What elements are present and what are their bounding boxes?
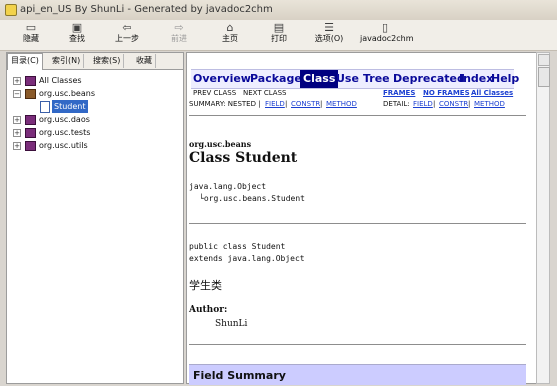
- divider: [189, 115, 526, 116]
- book-icon: [25, 76, 36, 86]
- class-declaration: public class Student: [189, 242, 286, 251]
- forward-button[interactable]: ⇨ 前进: [158, 22, 200, 48]
- expand-icon[interactable]: +: [13, 142, 21, 150]
- nav-package[interactable]: Package: [250, 70, 302, 88]
- nav-use[interactable]: Use: [336, 70, 359, 88]
- navigation-pane: 目录(C) 索引(N) 搜索(S) 收藏 + All Classes − org…: [6, 52, 184, 384]
- open-book-icon: [25, 89, 36, 99]
- no-frames-link[interactable]: NO FRAMES: [423, 89, 470, 98]
- forward-icon: ⇨: [174, 21, 184, 34]
- nav-overview[interactable]: Overview: [193, 70, 251, 88]
- divider: [189, 223, 526, 224]
- detail-method-link[interactable]: METHOD: [474, 100, 505, 109]
- window-title: api_en_US By ShunLi - Generated by javad…: [20, 4, 273, 15]
- book-icon: [25, 128, 36, 138]
- tree-item-org-usc-daos[interactable]: + org.usc.daos: [13, 113, 173, 126]
- nav-tabs: 目录(C) 索引(N) 搜索(S) 收藏: [7, 53, 183, 70]
- author-label: Author:: [189, 305, 228, 315]
- nav-class[interactable]: Class: [300, 70, 339, 88]
- tree-item-all-classes[interactable]: + All Classes: [13, 74, 173, 87]
- title-bar: api_en_US By ShunLi - Generated by javad…: [0, 0, 557, 21]
- scroll-up-arrow[interactable]: [538, 54, 550, 66]
- collapse-icon[interactable]: −: [13, 90, 21, 98]
- nav-help[interactable]: Help: [491, 70, 519, 88]
- nav-index[interactable]: Index: [459, 70, 493, 88]
- book-icon: [25, 115, 36, 125]
- expand-icon[interactable]: +: [13, 116, 21, 124]
- tree-item-org-usc-beans[interactable]: − org.usc.beans: [13, 87, 173, 100]
- detail-label: DETAIL:: [383, 100, 410, 108]
- tree-item-label: org.usc.tests: [39, 128, 91, 137]
- content-pane: Overview Package Class Use Tree Deprecat…: [186, 52, 537, 385]
- frames-link[interactable]: FRAMES: [383, 89, 415, 98]
- expand-icon[interactable]: +: [13, 129, 21, 137]
- locate-button[interactable]: ▣ 查找: [56, 22, 98, 48]
- print-icon: ▤: [273, 21, 285, 34]
- separator: |: [433, 100, 436, 108]
- tab-index[interactable]: 索引(N): [49, 54, 85, 68]
- hide-button[interactable]: ▭ 隐藏: [10, 22, 52, 48]
- nav-tree[interactable]: Tree: [363, 70, 390, 88]
- nav-deprecated[interactable]: Deprecated: [393, 70, 465, 88]
- detail-constr-link[interactable]: CONSTR: [439, 100, 468, 109]
- all-classes-link[interactable]: All Classes: [471, 89, 513, 98]
- tree-item-label: org.usc.daos: [39, 115, 90, 124]
- separator: |: [285, 100, 288, 108]
- detail-field-link[interactable]: FIELD: [413, 100, 433, 109]
- prev-class: PREV CLASS: [193, 89, 237, 97]
- separator: |: [320, 100, 323, 108]
- tree-item-student[interactable]: Student: [40, 100, 160, 113]
- package-name: org.usc.beans: [189, 139, 252, 149]
- tab-contents[interactable]: 目录(C): [7, 53, 43, 70]
- class-extends: extends java.lang.Object: [189, 254, 305, 263]
- options-icon: ☰: [324, 21, 334, 34]
- separator: |: [468, 100, 471, 108]
- chm-app-icon: [5, 4, 17, 16]
- tree-item-label: Student: [52, 100, 88, 113]
- field-summary-title: Field Summary: [193, 369, 286, 382]
- hierarchy-child: └org.usc.beans.Student: [199, 194, 305, 203]
- tree-item-org-usc-tests[interactable]: + org.usc.tests: [13, 126, 173, 139]
- options-button[interactable]: ☰ 选项(O): [308, 22, 350, 48]
- summary-label: SUMMARY: NESTED |: [189, 100, 261, 108]
- tree-item-label: All Classes: [39, 76, 82, 85]
- toolbar: ▭ 隐藏 ▣ 查找 ⇦ 上一步 ⇨ 前进 ⌂ 主页 ▤ 打印 ☰ 选项(O) ▯…: [0, 20, 557, 51]
- author-name: ShunLi: [215, 319, 248, 329]
- back-button[interactable]: ⇦ 上一步: [106, 22, 148, 48]
- print-button[interactable]: ▤ 打印: [258, 22, 300, 48]
- summary-method-link[interactable]: METHOD: [326, 100, 357, 109]
- content-scrollbar[interactable]: [536, 52, 550, 384]
- locate-icon: ▣: [71, 21, 83, 34]
- book-icon: [25, 141, 36, 151]
- scroll-thumb[interactable]: [538, 67, 550, 87]
- back-icon: ⇦: [122, 21, 132, 34]
- tree-item-label: org.usc.utils: [39, 141, 88, 150]
- javadoc2chm-icon: ▯: [381, 21, 389, 34]
- tree-item-org-usc-utils[interactable]: + org.usc.utils: [13, 139, 173, 152]
- home-icon: ⌂: [226, 21, 234, 34]
- class-title: Class Student: [189, 150, 298, 166]
- summary-field-link[interactable]: FIELD: [265, 100, 285, 109]
- javadoc-nav-bar: Overview Package Class Use Tree Deprecat…: [191, 69, 519, 89]
- divider: [189, 344, 526, 345]
- summary-constr-link[interactable]: CONSTR: [291, 100, 320, 109]
- expand-icon[interactable]: +: [13, 77, 21, 85]
- hierarchy-root: java.lang.Object: [189, 182, 267, 191]
- tree-item-label: org.usc.beans: [39, 89, 95, 98]
- class-description: 学生类: [189, 279, 222, 292]
- next-class: NEXT CLASS: [243, 89, 287, 97]
- tab-search[interactable]: 搜索(S): [90, 54, 125, 68]
- page-icon: [40, 101, 50, 113]
- hide-icon: ▭: [25, 21, 37, 34]
- field-summary-header: Field Summary: [189, 364, 526, 385]
- tab-favorites[interactable]: 收藏: [133, 54, 156, 68]
- home-button[interactable]: ⌂ 主页: [209, 22, 251, 48]
- javadoc2chm-button[interactable]: ▯ javadoc2chm: [360, 21, 413, 48]
